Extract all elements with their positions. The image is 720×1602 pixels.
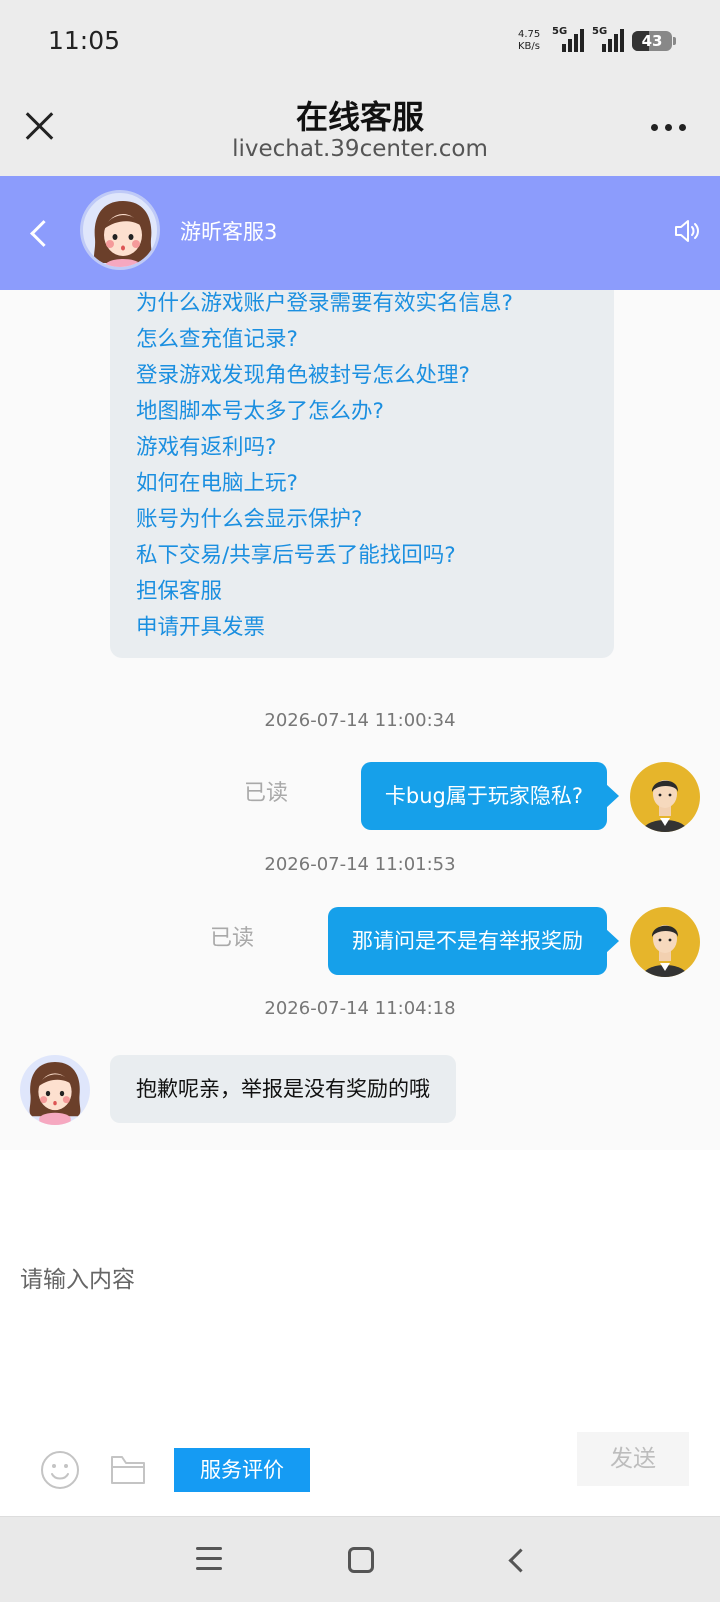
folder-icon[interactable]	[110, 1453, 146, 1487]
system-nav-bar	[0, 1516, 720, 1602]
faq-link[interactable]: 为什么游戏账户登录需要有效实名信息?	[136, 290, 588, 322]
back-icon[interactable]	[28, 218, 48, 248]
input-area: 服务评价 发送	[0, 1150, 720, 1510]
menu-icon[interactable]	[196, 1547, 222, 1571]
outgoing-message[interactable]: 卡bug属于玩家隐私?	[360, 762, 620, 830]
faq-link[interactable]: 地图脚本号太多了怎么办?	[136, 394, 588, 430]
status-indicators: 4.75 KB/s 5G 5G 43	[518, 26, 676, 56]
page-title: 在线客服	[295, 98, 424, 136]
speaker-icon[interactable]	[672, 216, 702, 246]
message-input[interactable]	[20, 1260, 700, 1420]
faq-link[interactable]: 如何在电脑上玩?	[136, 466, 588, 502]
chat-header: 游昕客服3	[0, 176, 720, 290]
more-options-icon[interactable]	[651, 124, 686, 131]
agent-name: 游昕客服3	[180, 220, 278, 244]
message-timestamp: 2026-07-14 11:01:53	[264, 854, 456, 875]
agent-avatar	[80, 190, 160, 270]
battery-icon: 43	[632, 31, 676, 51]
status-time: 11:05	[48, 26, 121, 55]
back-icon[interactable]	[506, 1547, 530, 1573]
message-timestamp: 2026-07-14 11:04:18	[264, 998, 456, 1019]
faq-list: 为什么游戏账户登录需要有效实名信息? 怎么查充值记录? 登录游戏发现角色被封号怎…	[136, 290, 588, 646]
faq-link[interactable]: 游戏有返利吗?	[136, 430, 588, 466]
faq-link[interactable]: 私下交易/共享后号丢了能找回吗?	[136, 538, 588, 574]
read-status: 已读	[209, 926, 254, 951]
incoming-message[interactable]: 抱歉呢亲，举报是没有奖励的哦	[110, 1055, 456, 1123]
user-avatar	[630, 762, 700, 832]
faq-link[interactable]: 登录游戏发现角色被封号怎么处理?	[136, 358, 588, 394]
page-url: livechat.39center.com	[232, 136, 488, 162]
signal-icon: 5G	[592, 26, 626, 54]
chat-area[interactable]: 为什么游戏账户登录需要有效实名信息? 怎么查充值记录? 登录游戏发现角色被封号怎…	[0, 290, 720, 1150]
faq-link[interactable]: 账号为什么会显示保护?	[136, 502, 588, 538]
faq-link[interactable]: 申请开具发票	[136, 610, 588, 646]
send-button[interactable]: 发送	[577, 1432, 689, 1486]
agent-avatar	[20, 1055, 90, 1125]
emoji-icon[interactable]	[40, 1450, 80, 1490]
faq-bubble: 为什么游戏账户登录需要有效实名信息? 怎么查充值记录? 登录游戏发现角色被封号怎…	[110, 290, 614, 658]
outgoing-message[interactable]: 那请问是不是有举报奖励	[328, 907, 619, 975]
faq-link[interactable]: 担保客服	[136, 574, 588, 610]
network-speed: 4.75 KB/s	[518, 29, 541, 52]
browser-header: 在线客服 livechat.39center.com	[0, 86, 720, 176]
rate-service-button[interactable]: 服务评价	[174, 1448, 310, 1492]
read-status: 已读	[243, 781, 288, 806]
faq-link[interactable]: 怎么查充值记录?	[136, 322, 588, 358]
home-icon[interactable]	[348, 1547, 374, 1573]
user-avatar	[630, 907, 700, 977]
message-timestamp: 2026-07-14 11:00:34	[264, 710, 456, 731]
signal-icon: 5G	[552, 26, 586, 54]
status-bar: 11:05 4.75 KB/s 5G 5G 43	[0, 0, 720, 86]
